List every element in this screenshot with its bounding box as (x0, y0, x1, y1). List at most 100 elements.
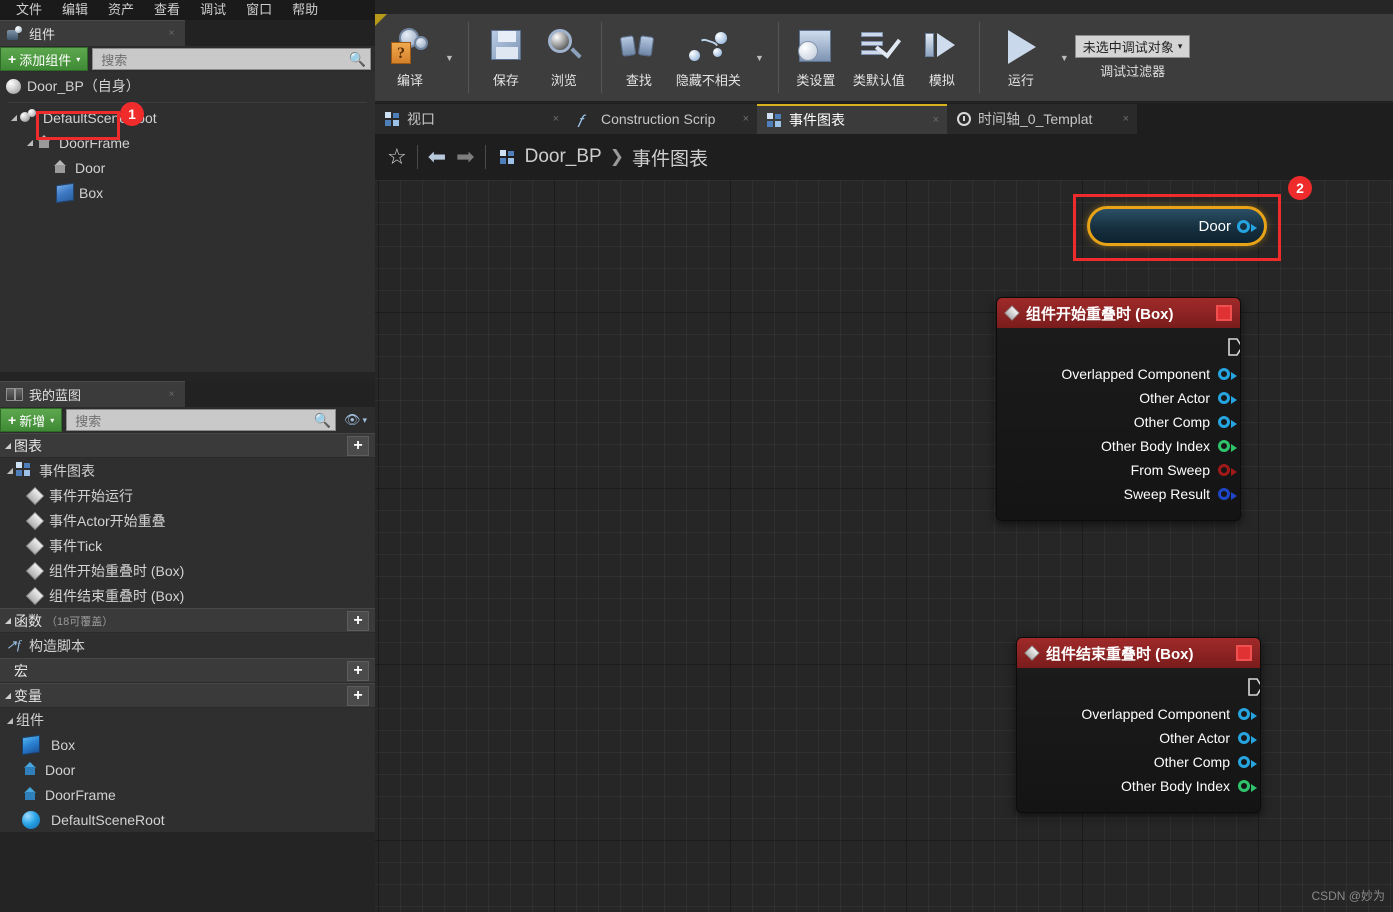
add-graph-button[interactable]: + (347, 436, 369, 456)
output-pin-from-sweep[interactable] (1218, 464, 1237, 476)
debug-object-select[interactable]: 未选中调试对象 ▾ (1074, 35, 1191, 58)
list-item-variable-doorframe[interactable]: DoorFrame (0, 782, 375, 807)
simulate-button[interactable]: 模拟 (913, 24, 971, 91)
list-item-variable-door[interactable]: Door (0, 757, 375, 782)
close-icon[interactable]: × (1123, 113, 1129, 125)
myblueprint-search-input[interactable]: 搜索 🔍 (66, 409, 336, 431)
list-item-event-componentendoverlap[interactable]: 组件结束重叠时 (Box) (0, 583, 375, 608)
pin-row[interactable]: From Sweep (997, 458, 1240, 482)
exec-out-row[interactable] (997, 336, 1240, 362)
menu-item-view[interactable]: 查看 (144, 0, 190, 20)
output-pin-other-body-index[interactable] (1238, 780, 1257, 792)
find-button[interactable]: 查找 (610, 24, 668, 91)
pin-row[interactable]: Sweep Result (997, 482, 1240, 506)
list-item-variable-box[interactable]: Box (0, 732, 375, 757)
list-item-event-componentbeginoverlap[interactable]: 组件开始重叠时 (Box) (0, 558, 375, 583)
components-tree-root[interactable]: Door_BP（自身） (0, 72, 375, 100)
chevron-expanded-icon[interactable]: ◢ (2, 691, 14, 700)
tree-item-doorframe[interactable]: ◢ DoorFrame (0, 130, 375, 155)
section-header-macros[interactable]: 宏 + (0, 658, 375, 683)
node-door-variable-get[interactable]: Door (1087, 206, 1267, 246)
exec-out-pin[interactable] (1214, 338, 1240, 356)
output-pin-other-actor[interactable] (1218, 392, 1237, 404)
event-graph-canvas[interactable]: ☆ ⬅ ➡ Door_BP ❯ 事件图表 Door 2 组件开始重叠时 (Box… (375, 134, 1393, 912)
tree-item-defaultsceneroot[interactable]: ◢ DefaultSceneRoot (0, 105, 375, 130)
compile-button[interactable]: ? 编译 (381, 24, 439, 91)
play-options-caret[interactable]: ▼ (1054, 53, 1075, 63)
menu-item-file[interactable]: 文件 (6, 0, 52, 20)
favorite-star-icon[interactable]: ☆ (387, 144, 407, 170)
tab-viewport[interactable]: 视口 × (375, 104, 567, 134)
tab-event-graph[interactable]: 事件图表 × (757, 104, 947, 134)
exec-out-row[interactable] (1017, 676, 1260, 702)
list-item-event-graph[interactable]: ◢ 事件图表 (0, 458, 375, 483)
save-button[interactable]: 保存 (477, 24, 535, 91)
pin-row[interactable]: Other Actor (1017, 726, 1260, 750)
pin-row[interactable]: Other Comp (997, 410, 1240, 434)
menu-item-window[interactable]: 窗口 (236, 0, 282, 20)
class-defaults-button[interactable]: 类默认值 (845, 24, 913, 91)
pin-row[interactable]: Other Comp (1017, 750, 1260, 774)
compile-options-caret[interactable]: ▼ (439, 53, 460, 63)
tab-timeline[interactable]: 时间轴_0_Templat × (947, 104, 1137, 134)
pin-row[interactable]: Other Body Index (997, 434, 1240, 458)
breakpoint-stop-icon[interactable] (1236, 645, 1252, 661)
components-panel-tab[interactable]: 组件 × (0, 20, 185, 46)
myblueprint-panel-tab[interactable]: 我的蓝图 × (0, 381, 185, 407)
back-arrow-icon[interactable]: ⬅ (428, 144, 446, 170)
list-item-event-beginplay[interactable]: 事件开始运行 (0, 483, 375, 508)
output-pin-other-actor[interactable] (1238, 732, 1257, 744)
hide-unrelated-caret[interactable]: ▼ (749, 53, 770, 63)
chevron-expanded-icon[interactable]: ◢ (24, 138, 36, 147)
list-item-event-tick[interactable]: 事件Tick (0, 533, 375, 558)
list-item-variable-defaultsceneroot[interactable]: DefaultSceneRoot (0, 807, 375, 832)
node-component-begin-overlap[interactable]: 组件开始重叠时 (Box) Overlapped Component Other… (996, 297, 1241, 521)
output-pin-overlapped-component[interactable] (1218, 368, 1237, 380)
output-pin-overlapped-component[interactable] (1238, 708, 1257, 720)
breakpoint-stop-icon[interactable] (1216, 305, 1232, 321)
chevron-expanded-icon[interactable]: ◢ (2, 616, 14, 625)
menu-item-edit[interactable]: 编辑 (52, 0, 98, 20)
play-button[interactable]: 运行 (988, 24, 1054, 91)
breadcrumb-graph[interactable]: 事件图表 (632, 144, 708, 171)
pin-row[interactable]: Overlapped Component (997, 362, 1240, 386)
close-icon[interactable]: × (166, 389, 177, 400)
output-pin-other-comp[interactable] (1238, 756, 1257, 768)
tree-item-door[interactable]: Door (0, 155, 375, 180)
add-component-button[interactable]: + 添加组件 ▾ (0, 47, 89, 71)
add-function-button[interactable]: + (347, 611, 369, 631)
pin-row[interactable]: Other Body Index (1017, 774, 1260, 798)
close-icon[interactable]: × (933, 114, 939, 126)
chevron-expanded-icon[interactable]: ◢ (8, 113, 20, 122)
exec-out-pin[interactable] (1234, 678, 1260, 696)
pin-row[interactable]: Other Actor (997, 386, 1240, 410)
chevron-expanded-icon[interactable]: ◢ (2, 441, 14, 450)
variable-group-components[interactable]: ◢ 组件 (0, 708, 375, 732)
forward-arrow-icon[interactable]: ➡ (456, 144, 474, 170)
tab-construction-script[interactable]: 𝑓 Construction Scrip × (567, 104, 757, 134)
menu-item-asset[interactable]: 资产 (98, 0, 144, 20)
output-object-pin[interactable] (1237, 219, 1257, 233)
node-component-end-overlap[interactable]: 组件结束重叠时 (Box) Overlapped Component Other… (1016, 637, 1261, 813)
components-search-input[interactable]: 搜索 🔍 (92, 48, 371, 70)
close-icon[interactable]: × (166, 28, 177, 39)
close-icon[interactable]: × (743, 113, 749, 125)
close-icon[interactable]: × (553, 113, 559, 125)
class-settings-button[interactable]: 类设置 (787, 24, 845, 91)
list-item-event-actorbeginoverlap[interactable]: 事件Actor开始重叠 (0, 508, 375, 533)
hide-unrelated-button[interactable]: 隐藏不相关 (668, 24, 749, 91)
add-macro-button[interactable]: + (347, 661, 369, 681)
output-pin-other-comp[interactable] (1218, 416, 1237, 428)
breadcrumb-blueprint[interactable]: Door_BP (525, 146, 602, 168)
menu-item-debug[interactable]: 调试 (190, 0, 236, 20)
output-pin-sweep-result[interactable] (1218, 488, 1237, 500)
chevron-expanded-icon[interactable]: ◢ (4, 716, 16, 725)
pin-row[interactable]: Overlapped Component (1017, 702, 1260, 726)
list-item-construction-script[interactable]: ↗f 构造脚本 (0, 633, 375, 658)
browse-button[interactable]: 浏览 (535, 24, 593, 91)
chevron-expanded-icon[interactable]: ◢ (4, 466, 16, 475)
output-pin-other-body-index[interactable] (1218, 440, 1237, 452)
tree-item-box[interactable]: Box (0, 180, 375, 205)
section-header-variables[interactable]: ◢ 变量 + (0, 683, 375, 708)
menu-item-help[interactable]: 帮助 (282, 0, 328, 20)
